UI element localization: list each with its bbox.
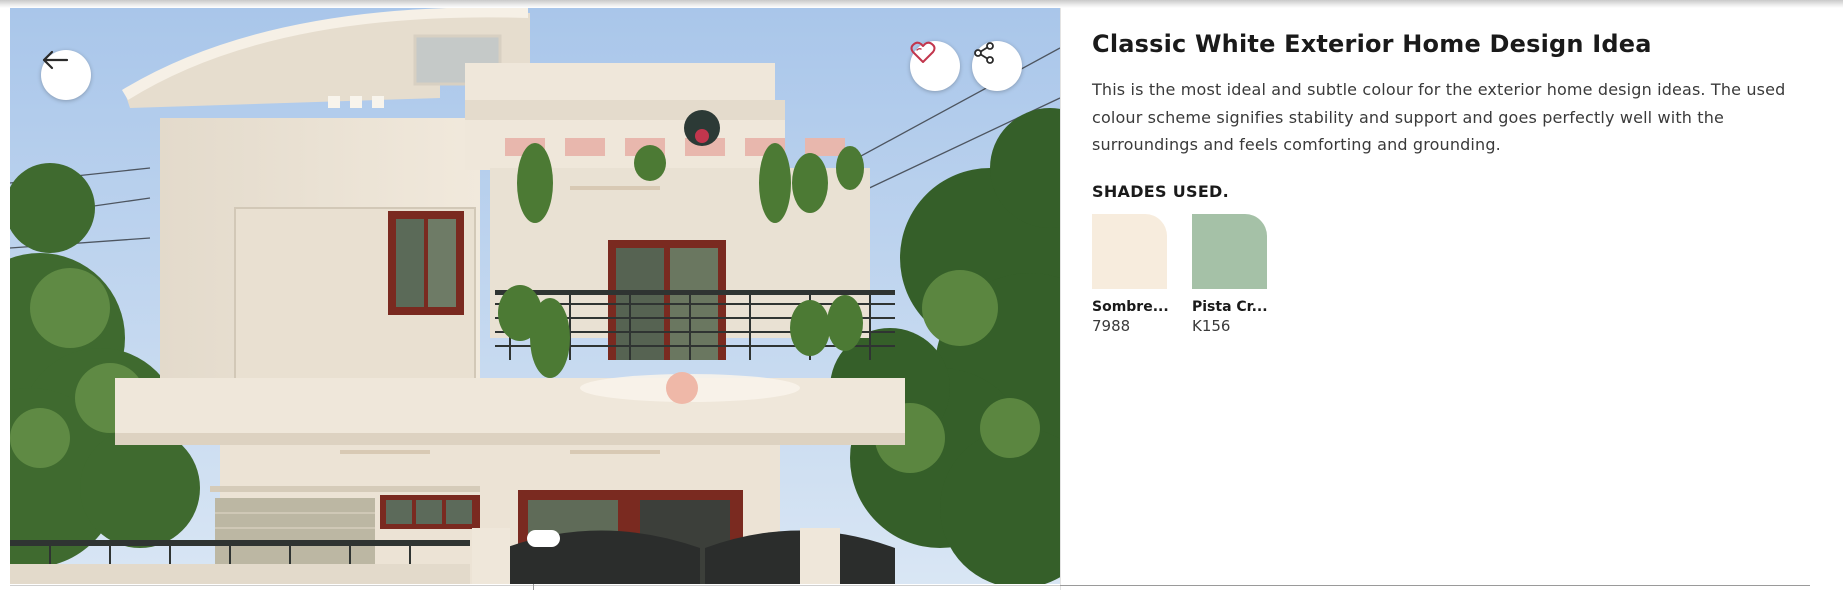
arrow-left-icon (42, 50, 69, 70)
panel-divider (1060, 8, 1061, 590)
shade-code: 7988 (1092, 317, 1131, 335)
share-icon (974, 42, 994, 64)
shade-swatch (1092, 214, 1167, 289)
house-exterior-image (10, 8, 1060, 584)
heart-icon (910, 41, 936, 63)
shade-name: Pista Cr... (1192, 299, 1268, 315)
design-title: Classic White Exterior Home Design Idea (1092, 30, 1652, 58)
back-button[interactable] (41, 50, 91, 100)
top-shadow (0, 0, 1843, 8)
shade-card-pista[interactable]: Pista Cr... K156 (1192, 214, 1272, 335)
shade-name: Sombre... (1092, 299, 1168, 315)
favorite-button[interactable] (910, 41, 960, 91)
share-button[interactable] (972, 41, 1022, 91)
image-gallery[interactable] (10, 8, 1060, 584)
bottom-divider-right (1060, 585, 1810, 586)
bottom-divider-tick (533, 584, 534, 590)
shade-card-sombre[interactable]: Sombre... 7988 (1092, 214, 1172, 335)
shades-heading: SHADES USED. (1092, 182, 1230, 201)
design-description: This is the most ideal and subtle colour… (1092, 80, 1786, 154)
shade-swatch (1192, 214, 1267, 289)
shade-code: K156 (1192, 317, 1231, 335)
carousel-dot-active[interactable] (527, 530, 560, 547)
